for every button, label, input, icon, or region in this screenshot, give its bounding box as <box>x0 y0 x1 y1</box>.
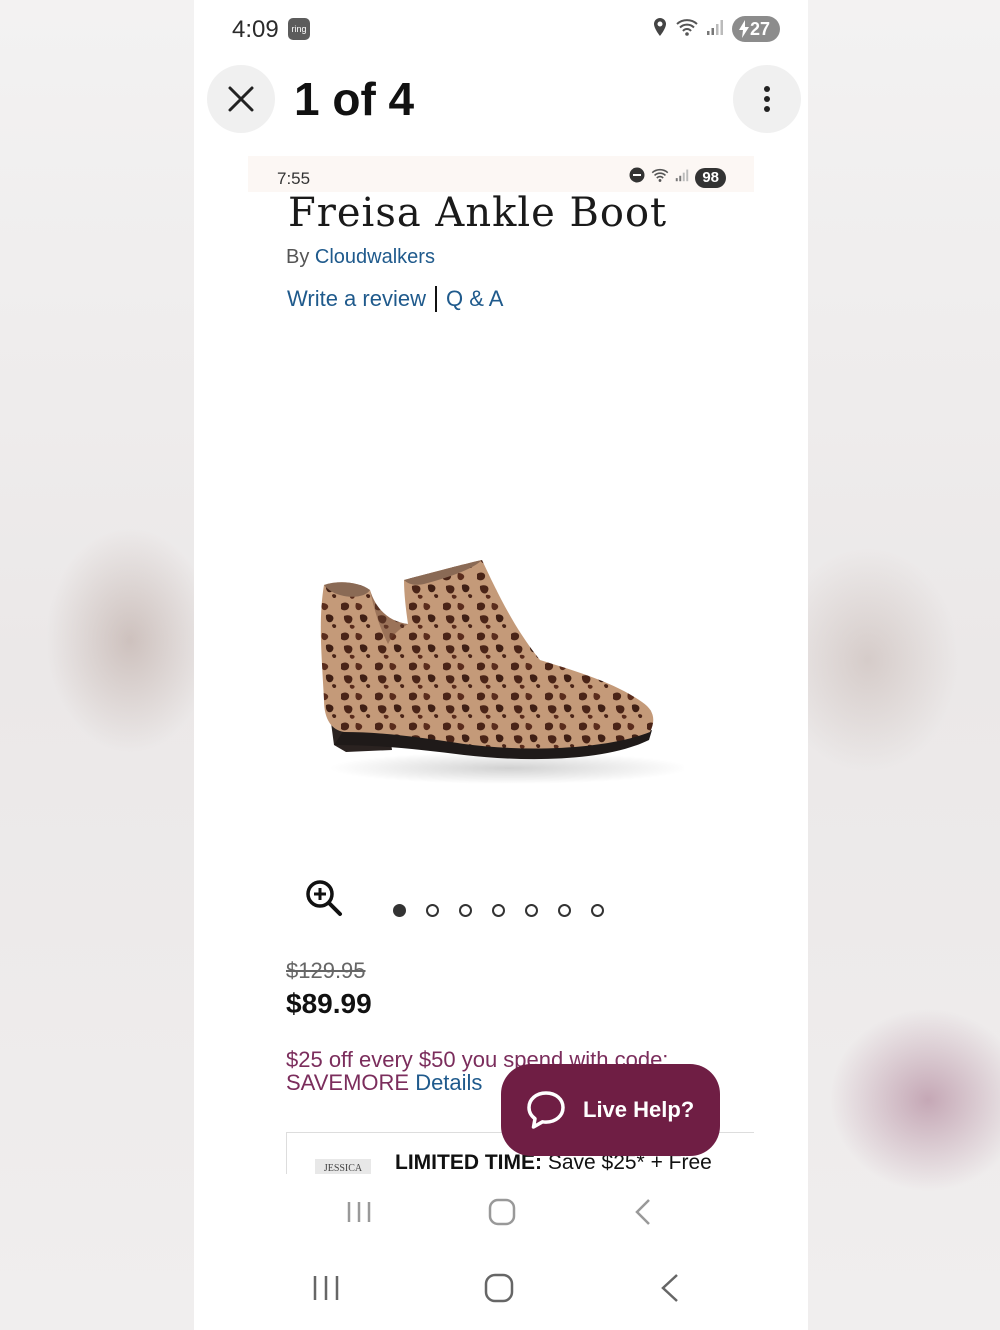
close-icon <box>228 86 254 112</box>
dnd-icon <box>629 167 645 188</box>
promo-details-link[interactable]: Details <box>415 1070 482 1095</box>
recents-icon[interactable] <box>312 1274 340 1302</box>
by-prefix: By <box>286 246 310 268</box>
phone-screen: 4:09 ring 27 1 of 4 7:55 98 Freisa Ankle… <box>194 0 808 1330</box>
status-time: 4:09 <box>232 16 279 43</box>
inner-nav-bar <box>194 1182 808 1242</box>
location-icon <box>652 17 668 42</box>
status-bar: 4:09 ring 27 <box>194 12 808 46</box>
product-title: Freisa Ankle Boot <box>288 190 668 236</box>
link-divider <box>434 286 437 312</box>
back-icon[interactable] <box>660 1273 680 1303</box>
leopard-ankle-boot-image[interactable] <box>304 540 684 810</box>
carousel-dot[interactable] <box>492 904 505 917</box>
chat-bubble-icon <box>527 1091 565 1129</box>
brand-link[interactable]: Cloudwalkers <box>315 246 435 268</box>
battery-charging-icon: 27 <box>731 16 780 42</box>
banner-bold: LIMITED TIME: <box>395 1151 542 1174</box>
product-byline: By Cloudwalkers <box>286 246 435 269</box>
blurred-background-left <box>0 0 194 1330</box>
carousel-dot[interactable] <box>426 904 439 917</box>
more-vertical-icon <box>764 86 770 112</box>
write-review-link[interactable]: Write a review <box>287 286 426 312</box>
inner-wifi-icon <box>651 168 669 187</box>
jessica-logo: JESSICA <box>315 1159 371 1174</box>
status-icons: 27 <box>652 16 780 42</box>
carousel-dot[interactable] <box>393 904 406 917</box>
signal-icon <box>706 18 724 41</box>
viewer-topbar: 1 of 4 <box>194 64 808 134</box>
carousel-dot[interactable] <box>459 904 472 917</box>
carousel-dot[interactable] <box>591 904 604 917</box>
inner-status-bar: 7:55 98 <box>248 156 754 192</box>
image-counter: 1 of 4 <box>294 73 415 125</box>
inner-signal-icon <box>675 168 689 187</box>
inner-status-time: 7:55 <box>277 169 311 188</box>
review-links: Write a review Q & A <box>287 286 503 312</box>
inner-back-icon[interactable] <box>634 1198 652 1226</box>
carousel-dot[interactable] <box>525 904 538 917</box>
more-options-button[interactable] <box>733 65 801 133</box>
battery-level: 27 <box>749 18 770 39</box>
home-icon[interactable] <box>484 1273 514 1303</box>
inner-recents-icon[interactable] <box>346 1200 372 1224</box>
inner-battery-level: 98 <box>695 167 726 188</box>
image-carousel-dots <box>393 904 604 917</box>
sale-price: $89.99 <box>286 988 372 1019</box>
live-help-label: Live Help? <box>583 1097 695 1122</box>
close-button[interactable] <box>207 65 275 133</box>
blurred-background-right <box>808 0 1000 1330</box>
system-nav-bar <box>194 1258 808 1318</box>
wifi-icon <box>676 18 698 41</box>
ring-app-icon: ring <box>288 18 310 40</box>
qa-link[interactable]: Q & A <box>446 286 503 312</box>
promo-code: SAVEMORE <box>286 1070 410 1095</box>
inner-status-icons: 98 <box>629 167 726 188</box>
inner-home-icon[interactable] <box>488 1198 516 1226</box>
live-help-button[interactable]: Live Help? <box>501 1064 720 1156</box>
zoom-in-icon[interactable] <box>304 878 344 918</box>
carousel-dot[interactable] <box>558 904 571 917</box>
original-price: $129.95 <box>286 958 366 983</box>
